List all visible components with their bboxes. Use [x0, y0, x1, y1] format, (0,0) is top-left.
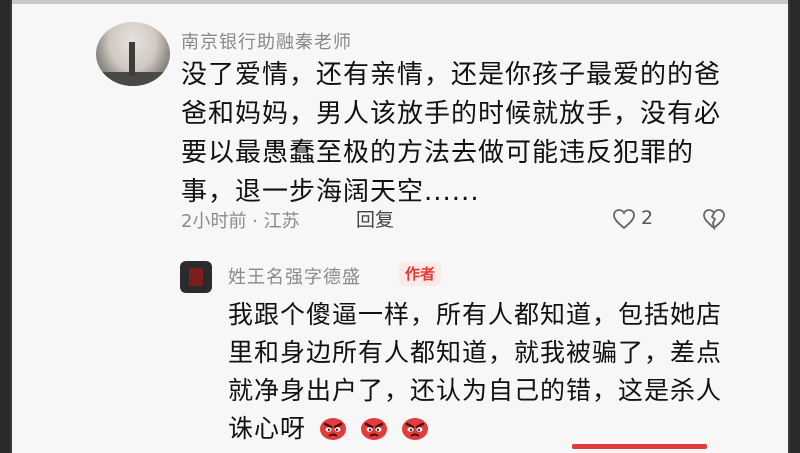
like-heart-icon[interactable]: [612, 208, 636, 230]
comment-text: 没了爱情，还有亲情，还是你孩子最爱的的爸爸和妈妈，男人该放手的时候就放手，没有必…: [181, 60, 722, 207]
angry-face-emoji: [401, 414, 429, 440]
reply-text: 我跟个傻逼一样，所有人都知道，包括她店里和身边所有人都知道，就我被骗了，差点就净…: [228, 300, 723, 443]
dislike-broken-heart-icon[interactable]: [702, 208, 726, 230]
reply-username[interactable]: 姓王名强字德盛: [228, 263, 361, 289]
reply-text-block: 我跟个傻逼一样，所有人都知道，包括她店里和身边所有人都知道，就我被骗了，差点就净…: [228, 296, 728, 448]
reply-button[interactable]: 回复: [356, 205, 394, 232]
comment-meta: 2小时前 · 江苏: [181, 211, 300, 232]
angry-face-emoji: [319, 414, 347, 440]
avatar[interactable]: [96, 22, 170, 86]
comment-username[interactable]: 南京银行助融秦老师: [181, 28, 352, 54]
reply-avatar[interactable]: [180, 261, 212, 293]
like-count: 2: [641, 207, 654, 229]
author-badge: 作者: [399, 262, 442, 286]
top-divider: [12, 0, 788, 4]
comment-thread: 南京银行助融秦老师 没了爱情，还有亲情，还是你孩子最爱的的爸爸和妈妈，男人该放手…: [10, 0, 790, 453]
red-underline-mark: [572, 444, 707, 449]
angry-face-emoji: [360, 414, 388, 440]
